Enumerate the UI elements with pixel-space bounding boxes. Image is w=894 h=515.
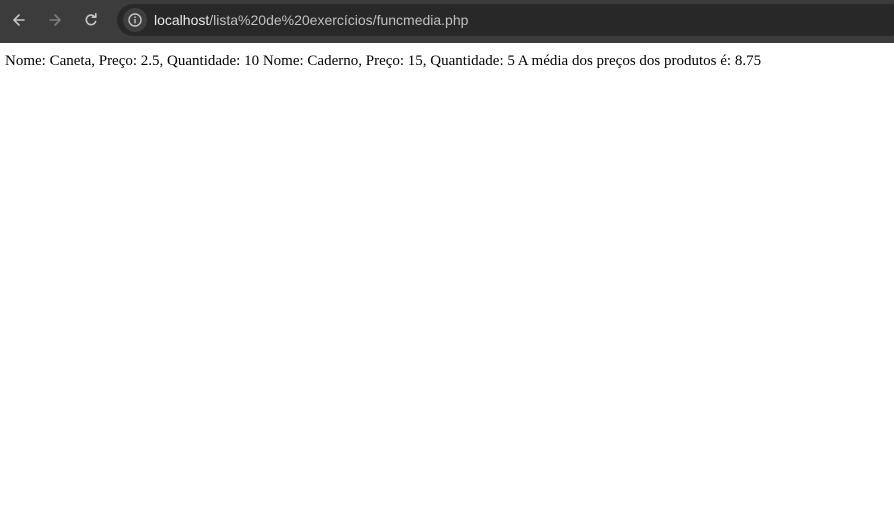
url-text[interactable]: localhost/lista%20de%20exercícios/funcme… [154, 11, 468, 29]
address-bar[interactable]: localhost/lista%20de%20exercícios/funcme… [117, 4, 894, 36]
back-button[interactable] [6, 7, 32, 33]
arrow-right-icon [49, 14, 61, 26]
site-info-button[interactable] [123, 8, 147, 32]
browser-toolbar: localhost/lista%20de%20exercícios/funcme… [0, 0, 894, 43]
page-output-text: Nome: Caneta, Preço: 2.5, Quantidade: 10… [5, 53, 762, 69]
url-host: localhost [154, 12, 210, 28]
url-path: /lista%20de%20exercícios/funcmedia.php [209, 12, 469, 28]
info-icon [128, 13, 142, 27]
arrow-left-icon [13, 14, 25, 26]
reload-icon [85, 13, 97, 26]
forward-button[interactable] [42, 7, 68, 33]
reload-button[interactable] [78, 7, 104, 33]
